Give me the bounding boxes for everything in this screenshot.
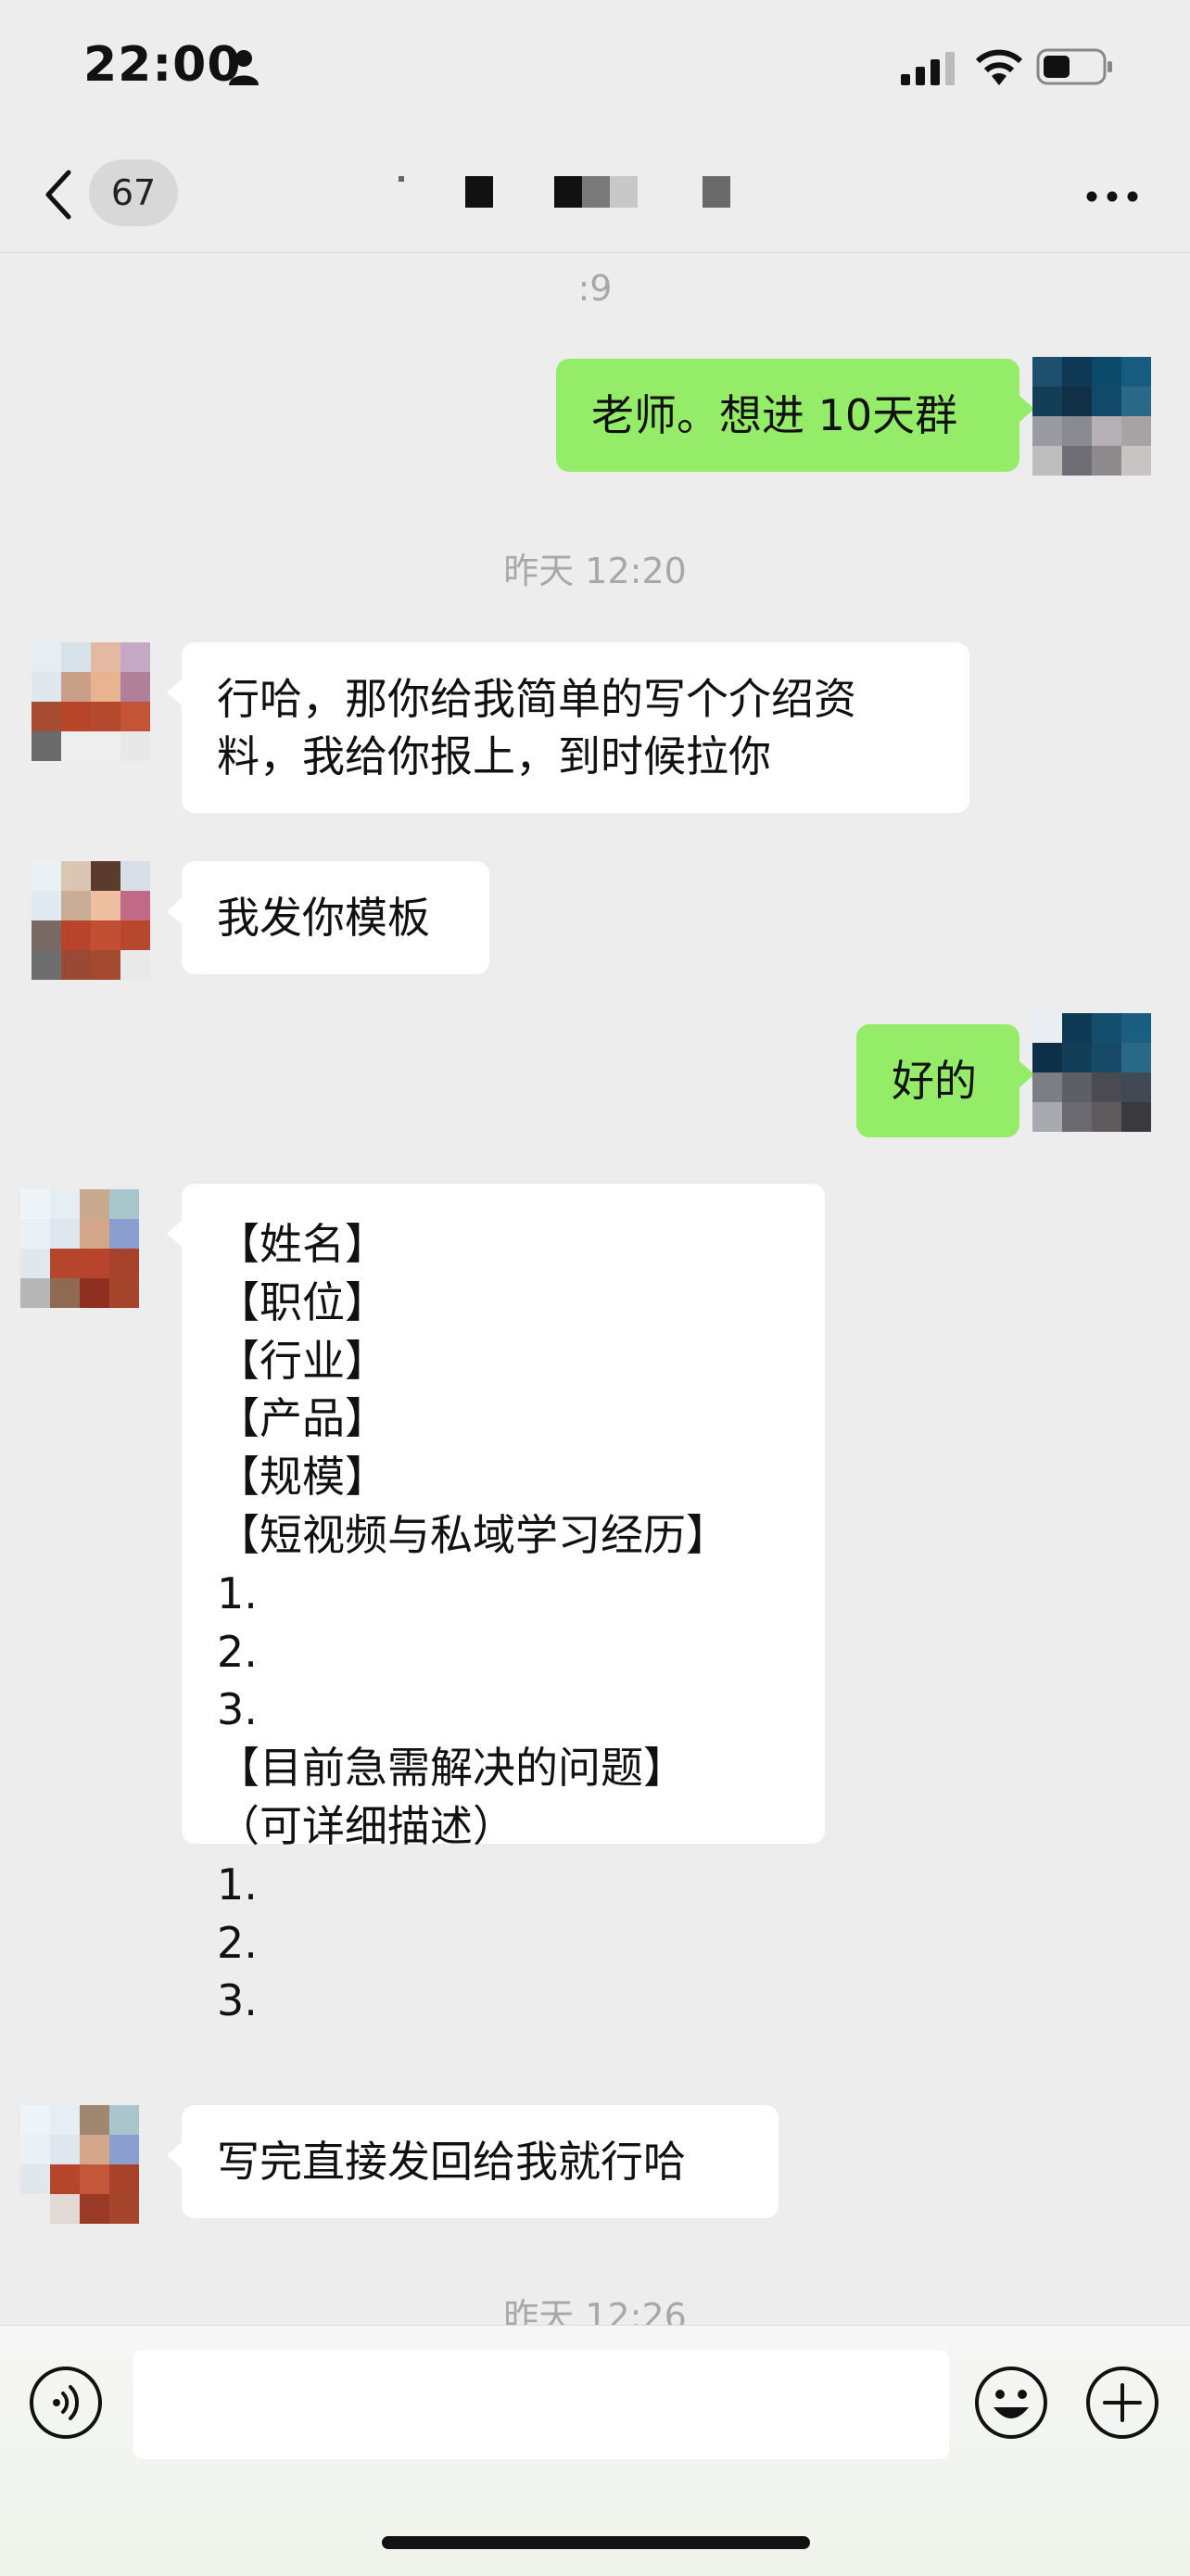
person-icon: [229, 50, 259, 85]
wifi-icon: [975, 49, 1023, 85]
incoming-message[interactable]: 我发你模板: [167, 861, 489, 974]
status-time: 22:00: [83, 37, 242, 93]
incoming-message-template[interactable]: 【姓名】 【职位】 【行业】 【产品】 【规模】 【短视频与私域学习经历】 1.…: [167, 1184, 825, 2025]
message-list[interactable]: :9 老师。想进 10天群 昨天 12:20 行哈，那你给我简单的写个介绍资料，…: [0, 253, 1190, 2325]
voice-icon[interactable]: [28, 2365, 104, 2441]
outgoing-message[interactable]: 老师。想进 10天群: [556, 359, 1034, 472]
message-input[interactable]: [133, 2350, 949, 2459]
timestamp-partial: :9: [577, 268, 613, 309]
timestamp: 昨天 12:26: [503, 2296, 687, 2325]
emoji-icon[interactable]: [973, 2365, 1049, 2441]
avatar-contact[interactable]: [20, 1189, 139, 1308]
avatar-self[interactable]: [1032, 357, 1151, 476]
avatar-self[interactable]: [1032, 1013, 1151, 1132]
home-indicator: [382, 2536, 810, 2549]
outgoing-message[interactable]: 好的: [856, 1024, 1034, 1137]
unread-count-badge[interactable]: 67: [89, 159, 178, 226]
timestamp: 昨天 12:20: [503, 551, 687, 591]
chat-title-redacted: [399, 176, 825, 213]
chevron-left-icon[interactable]: [41, 167, 74, 222]
chat-header: 67: [0, 139, 1190, 253]
more-horizontal-icon[interactable]: [1084, 189, 1140, 204]
status-bar: 22:00: [0, 0, 1190, 139]
incoming-message[interactable]: 写完直接发回给我就行哈: [167, 2105, 779, 2218]
avatar-contact[interactable]: [20, 2105, 139, 2224]
plus-circle-icon[interactable]: [1084, 2365, 1160, 2441]
incoming-message[interactable]: 行哈，那你给我简单的写个介绍资料，我给你报上，到时候拉你: [167, 642, 969, 813]
signal-icon: [901, 52, 955, 85]
avatar-contact[interactable]: [32, 642, 150, 761]
avatar-contact[interactable]: [32, 861, 150, 980]
battery-icon: [1036, 48, 1112, 85]
